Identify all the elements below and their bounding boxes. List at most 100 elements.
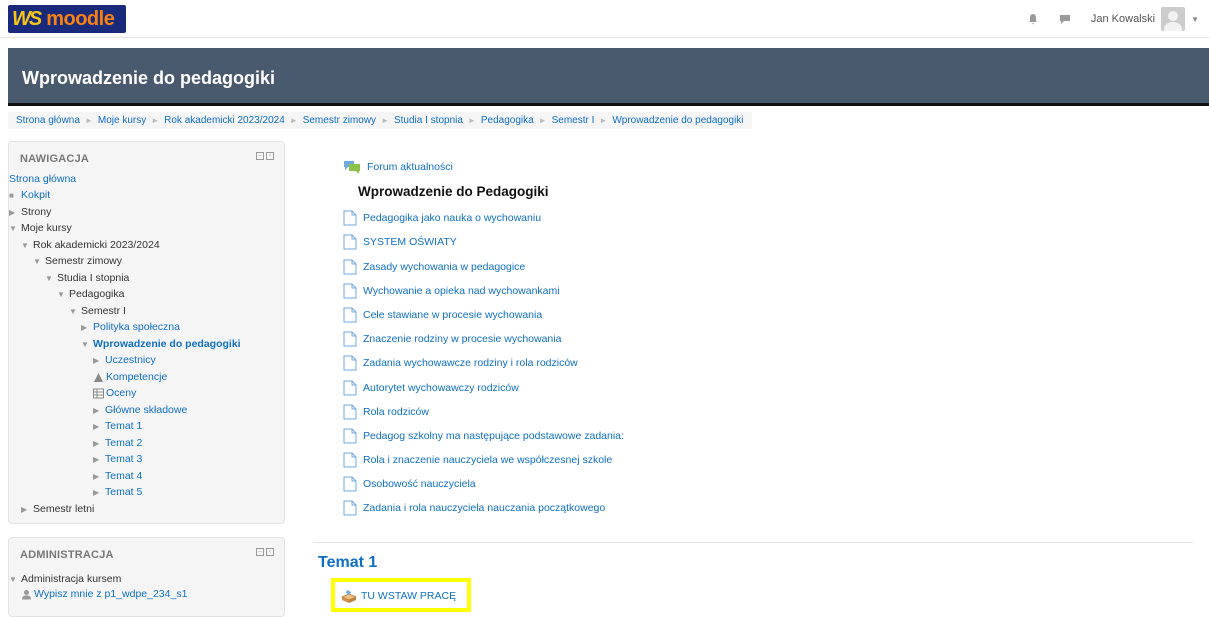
breadcrumb-item[interactable]: Semestr I xyxy=(552,115,595,126)
nav-item[interactable]: ▼ Moje kursy xyxy=(9,221,72,235)
forum-link-label: Forum aktualności xyxy=(367,161,453,173)
resource-link[interactable]: Osobowość nauczyciela xyxy=(343,476,476,492)
chevron-down-icon: ▼ xyxy=(81,339,89,349)
nav-item-label: Temat 4 xyxy=(105,470,143,482)
admin-item-label: Wypisz mnie z p1_wdpe_234_s1 xyxy=(34,588,188,600)
block-controls: – ‹ xyxy=(254,548,274,556)
nav-item[interactable]: ▼ Rok akademicki 2023/2024 xyxy=(21,238,160,252)
chevron-right-icon: ▶ xyxy=(93,355,100,365)
nav-item[interactable]: ▶ Temat 1 xyxy=(93,419,142,433)
nav-item[interactable]: ▶ Temat 3 xyxy=(93,452,142,466)
breadcrumb-item[interactable]: Moje kursy xyxy=(98,115,146,126)
page-icon xyxy=(343,234,357,250)
user-icon xyxy=(22,589,31,599)
nav-item[interactable]: Oceny xyxy=(93,386,136,400)
admin-item[interactable]: Wypisz mnie z p1_wdpe_234_s1 xyxy=(21,587,187,601)
page-icon xyxy=(343,428,357,444)
nav-item[interactable]: ▶ Temat 5 xyxy=(93,485,142,499)
resource-link[interactable]: Zasady wychowania w pedagogice xyxy=(343,259,525,275)
page-icon xyxy=(343,404,357,420)
resource-link[interactable]: Rola i znaczenie nauczyciela we współcze… xyxy=(343,452,612,468)
chevron-down-icon[interactable]: ▼ xyxy=(1191,15,1199,24)
nav-item-label: Oceny xyxy=(106,387,137,399)
breadcrumb-separator-icon: ► xyxy=(467,116,476,125)
block-controls: – ‹ xyxy=(254,152,274,160)
bell-icon[interactable] xyxy=(1027,13,1039,25)
collapse-icon[interactable]: – xyxy=(256,548,264,556)
nav-item-label: Rok akademicki 2023/2024 xyxy=(33,239,160,251)
nav-item-label: Polityka społeczna xyxy=(93,321,180,333)
message-icon[interactable] xyxy=(1059,13,1071,25)
grades-table-icon xyxy=(93,388,104,398)
nav-item[interactable]: ▶ Polityka społeczna xyxy=(81,320,180,334)
resource-link[interactable]: Autorytet wychowawczy rodziców xyxy=(343,380,519,396)
resource-link[interactable]: Pedagogika jako nauka o wychowaniu xyxy=(343,210,541,226)
breadcrumb-separator-icon: ► xyxy=(381,116,389,125)
nav-item[interactable]: ▶ Uczestnicy xyxy=(93,353,156,367)
nav-item[interactable]: ▼ Semestr I xyxy=(69,304,126,318)
resource-link[interactable]: Cele stawiane w procesie wychowania xyxy=(343,307,542,323)
breadcrumb-item[interactable]: Rok akademicki 2023/2024 xyxy=(164,115,285,126)
resource-link[interactable]: SYSTEM OŚWIATY xyxy=(343,234,457,250)
admin-item[interactable]: ▼ Administracja kursem xyxy=(9,572,121,586)
breadcrumb-item[interactable]: Wprowadzenie do pedagogiki xyxy=(612,115,743,126)
nav-item[interactable]: Strona główna xyxy=(9,172,76,186)
breadcrumb-item[interactable]: Pedagogika xyxy=(481,115,534,126)
chevron-down-icon: ▼ xyxy=(69,306,77,316)
nav-item[interactable]: ■ Kokpit xyxy=(9,188,50,202)
nav-item[interactable]: Kompetencje xyxy=(93,370,167,384)
resource-link[interactable]: Zadania wychowawcze rodziny i rola rodzi… xyxy=(343,355,578,371)
nav-item[interactable]: ▼ Studia I stopnia xyxy=(45,271,129,285)
page-icon xyxy=(343,331,357,347)
resource-link[interactable]: Pedagog szkolny ma następujące podstawow… xyxy=(343,428,624,444)
nav-item[interactable]: ▼ Semestr zimowy xyxy=(33,254,122,268)
resource-link[interactable]: Znaczenie rodziny w procesie wychowania xyxy=(343,331,561,347)
page-icon xyxy=(343,307,357,323)
nav-item-current[interactable]: ▼ Wprowadzenie do pedagogiki xyxy=(81,337,241,351)
nav-item-label: Moje kursy xyxy=(21,222,72,234)
nav-item-label: Główne składowe xyxy=(105,404,188,416)
nav-item[interactable]: ▶ Główne składowe xyxy=(93,403,187,417)
user-menu-area: Jan Kowalski ▼ xyxy=(1027,6,1199,32)
resource-label: Pedagog szkolny ma następujące podstawow… xyxy=(363,430,624,442)
section-title: Wprowadzenie do Pedagogiki xyxy=(358,184,549,199)
resource-link[interactable]: Zadania i rola nauczyciela nauczania poc… xyxy=(343,500,605,516)
resource-link[interactable]: Rola rodziców xyxy=(343,404,429,420)
nav-item[interactable]: ▶ Strony xyxy=(9,205,51,219)
nav-item-label: Semestr zimowy xyxy=(45,255,123,267)
page-title: Wprowadzenie do pedagogiki xyxy=(22,68,276,88)
page-icon xyxy=(343,259,357,275)
resource-label: Osobowość nauczyciela xyxy=(363,478,476,490)
nav-item[interactable]: ▶ Temat 4 xyxy=(93,469,142,483)
breadcrumb-item[interactable]: Studia I stopnia xyxy=(394,115,463,126)
chevron-right-icon: ▶ xyxy=(9,207,16,217)
page-icon xyxy=(343,452,357,468)
nav-item-label: Temat 5 xyxy=(105,486,143,498)
nav-item-label: Temat 1 xyxy=(105,420,143,432)
site-logo[interactable]: WS moodle xyxy=(8,5,126,33)
chevron-down-icon: ▼ xyxy=(45,273,53,283)
assignment-link[interactable]: TU WSTAW PRACĘ xyxy=(341,588,456,604)
breadcrumb: Strona główna ► Moje kursy ► Rok akademick… xyxy=(8,112,752,129)
nav-item-label: Temat 3 xyxy=(105,453,143,465)
nav-item[interactable]: ▶ Semestr letni xyxy=(21,502,94,516)
resource-label: Rola rodziców xyxy=(363,406,429,418)
nav-item[interactable]: ▶ Temat 2 xyxy=(93,436,142,450)
breadcrumb-item[interactable]: Semestr zimowy xyxy=(303,115,376,126)
resource-label: Wychowanie a opieka nad wychowankami xyxy=(363,285,560,297)
nav-item-label: Temat 2 xyxy=(105,437,143,449)
dock-icon[interactable]: ‹ xyxy=(266,548,274,556)
resource-link[interactable]: Wychowanie a opieka nad wychowankami xyxy=(343,283,560,299)
topic-1-title: Temat 1 xyxy=(318,554,378,571)
nav-item[interactable]: ▼ Pedagogika xyxy=(57,287,124,301)
section-divider xyxy=(313,542,1193,543)
avatar[interactable] xyxy=(1161,7,1186,31)
user-name[interactable]: Jan Kowalski xyxy=(1091,13,1155,25)
page-icon xyxy=(343,210,357,226)
forum-icon xyxy=(344,161,360,174)
collapse-icon[interactable]: – xyxy=(256,152,264,160)
dock-icon[interactable]: ‹ xyxy=(266,152,274,160)
forum-link[interactable]: Forum aktualności xyxy=(343,159,453,175)
chevron-right-icon: ▶ xyxy=(21,504,28,514)
breadcrumb-item[interactable]: Strona główna xyxy=(16,115,80,126)
